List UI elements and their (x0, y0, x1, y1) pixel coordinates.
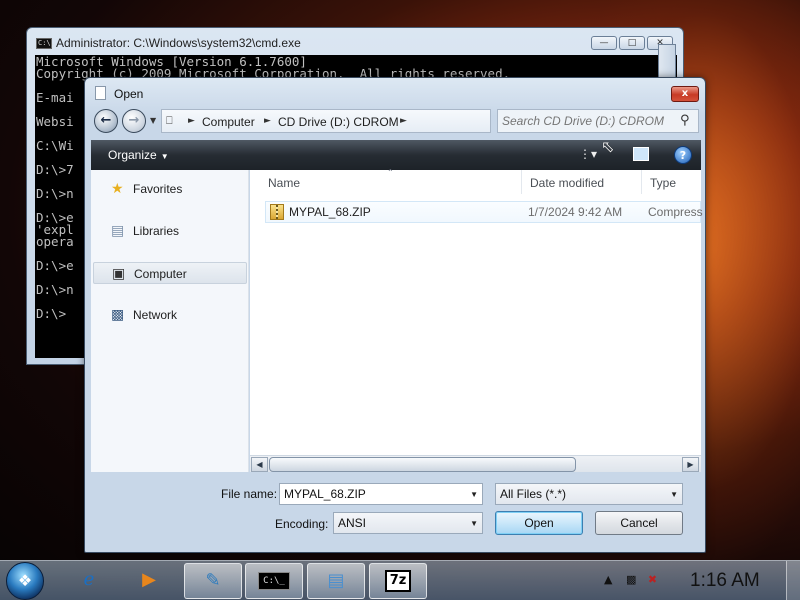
internet-explorer-icon[interactable]: ℯ (60, 563, 118, 599)
nav-item-label: Favorites (133, 182, 183, 196)
help-icon[interactable]: ? (674, 146, 692, 164)
scroll-right-icon[interactable]: ▶ (682, 457, 699, 472)
breadcrumb-separator-icon[interactable]: ► (188, 116, 195, 126)
clock[interactable]: 1:16 AM (690, 570, 760, 592)
file-list[interactable]: ⌃ Name Date modified Type MYPAL_68.ZIP 1… (250, 168, 703, 472)
cancel-button[interactable]: Cancel (595, 511, 683, 535)
mouse-cursor-icon: ⬁ (601, 137, 615, 156)
file-row[interactable]: MYPAL_68.ZIP 1/7/2024 9:42 AM Compress (265, 201, 703, 223)
open-button[interactable]: Open (495, 511, 583, 535)
maximize-button[interactable]: □ (619, 36, 645, 50)
file-name: MYPAL_68.ZIP (289, 205, 371, 219)
breadcrumb-computer[interactable]: Computer (202, 115, 255, 129)
nav-item-computer[interactable]: ▣ Computer (93, 262, 247, 284)
cmd-taskbar-button[interactable]: C:\_ (245, 563, 303, 599)
column-header-name[interactable]: Name (250, 170, 522, 194)
show-desktop-button[interactable] (786, 561, 800, 600)
7zip-icon: 7z (384, 570, 412, 592)
libraries-icon: ▤ (111, 222, 125, 238)
file-date: 1/7/2024 9:42 AM (528, 205, 623, 219)
notepad-icon[interactable]: ✎ (184, 563, 242, 599)
encoding-label: Encoding: (275, 517, 329, 531)
nav-item-label: Libraries (133, 224, 180, 238)
system-tray: ▲ ▩ ✖ (604, 573, 657, 586)
scroll-left-icon[interactable]: ◀ (251, 457, 268, 472)
file-name-value: MYPAL_68.ZIP (284, 487, 366, 501)
file-type-value: All Files (*.*) (500, 487, 567, 501)
nav-item-network[interactable]: ▩ Network (93, 304, 247, 326)
cmd-icon: C:\_ (258, 572, 290, 590)
nav-item-label: Network (133, 308, 178, 322)
organize-label: Organize (108, 148, 157, 162)
column-header-date[interactable]: Date modified (522, 170, 642, 194)
computer-location-icon: ⎕ (166, 114, 173, 127)
chevron-down-icon: ▼ (470, 519, 478, 528)
back-button[interactable]: ← (94, 109, 118, 133)
chevron-down-icon[interactable]: ▼ (470, 490, 478, 499)
encoding-select[interactable]: ANSI ▼ (333, 512, 483, 534)
media-player-icon[interactable]: ▶ (120, 563, 178, 599)
search-box[interactable]: ⚲ (497, 109, 699, 133)
scrollbar-thumb[interactable] (269, 457, 576, 472)
cmd-titlebar[interactable]: C:\. Administrator: C:\Windows\system32\… (27, 28, 683, 55)
encoding-value: ANSI (338, 516, 367, 530)
chevron-down-icon: ▼ (670, 490, 678, 499)
nav-item-favorites[interactable]: ★ Favorites (93, 178, 247, 200)
chevron-down-icon: ▼ (160, 152, 169, 161)
breadcrumb-cd-drive[interactable]: CD Drive (D:) CDROM (278, 115, 399, 129)
horizontal-scrollbar[interactable]: ◀ ▶ (250, 455, 701, 472)
document-icon (95, 86, 106, 100)
navigation-pane[interactable]: ★ Favorites ▤ Libraries ▣ Computer ▩ Net… (91, 170, 249, 472)
minimize-button[interactable]: — (591, 36, 617, 50)
search-input[interactable] (502, 113, 672, 129)
history-dropdown-icon[interactable]: ▼ (150, 116, 156, 125)
7zip-taskbar-button[interactable]: 7z (369, 563, 427, 599)
close-icon[interactable]: x (671, 86, 699, 102)
file-type-select[interactable]: All Files (*.*) ▼ (495, 483, 683, 505)
start-button[interactable]: ❖ (6, 562, 44, 600)
zip-explorer-icon[interactable]: ▤ (307, 563, 365, 599)
nav-item-libraries[interactable]: ▤ Libraries (93, 220, 247, 242)
breadcrumb-separator-icon[interactable]: ► (264, 116, 271, 126)
cmd-window-icon: C:\. (36, 38, 55, 49)
network-icon: ▩ (111, 306, 125, 322)
star-icon: ★ (111, 180, 124, 196)
nav-item-label: Computer (134, 267, 187, 281)
address-bar[interactable]: ⎕ ► Computer ► CD Drive (D:) CDROM ► ▼ ↻ (161, 109, 557, 133)
column-header-type[interactable]: Type (642, 170, 712, 194)
preview-pane-icon[interactable] (633, 147, 649, 161)
dialog-title: Open (114, 87, 144, 101)
volume-muted-icon[interactable]: ✖ (648, 573, 657, 586)
taskbar: ❖ ℯ ▶ ✎ C:\_ ▤ 7z ▲ ▩ ✖ 1:16 AM (0, 560, 800, 600)
breadcrumb-separator-icon[interactable]: ► (400, 116, 407, 126)
zip-folder-icon (270, 204, 284, 220)
network-tray-icon[interactable]: ▩ (626, 573, 636, 586)
file-name-field[interactable]: MYPAL_68.ZIP ▼ (279, 483, 483, 505)
computer-icon: ▣ (112, 265, 126, 281)
address-row: ← → ▼ ⎕ ► Computer ► CD Drive (D:) CDROM… (85, 106, 705, 140)
organize-button[interactable]: Organize ▼ (108, 148, 169, 162)
dialog-titlebar[interactable]: Open x (85, 78, 705, 106)
views-icon[interactable]: ⋮▾ (579, 147, 597, 161)
search-icon[interactable]: ⚲ (680, 113, 690, 128)
cmd-window-title: Administrator: C:\Windows\system32\cmd.e… (56, 36, 301, 50)
forward-button[interactable]: → (122, 109, 146, 133)
file-type: Compress (648, 205, 703, 219)
show-hidden-icons-icon[interactable]: ▲ (604, 573, 612, 586)
file-name-label: File name: (221, 487, 278, 501)
